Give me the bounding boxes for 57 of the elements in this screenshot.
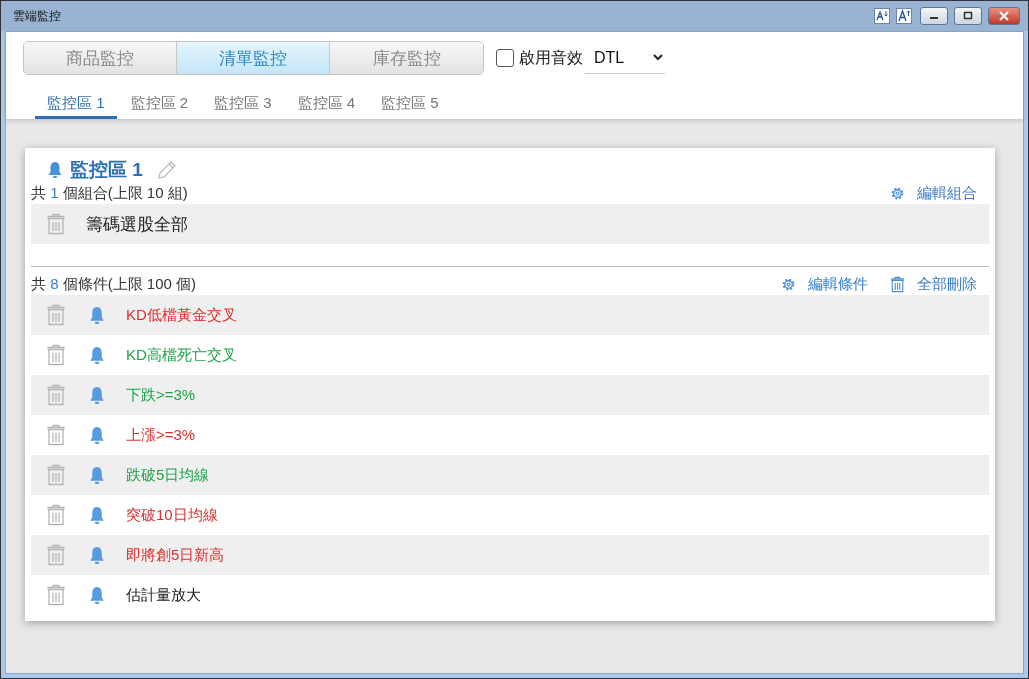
gear-icon — [890, 185, 905, 201]
trash-icon[interactable] — [46, 384, 66, 406]
zone-tab[interactable]: 監控區 4 — [285, 91, 368, 119]
bell-icon — [47, 161, 63, 179]
bell-icon[interactable] — [88, 465, 106, 485]
edit-groups-link[interactable]: 編輯組合 — [890, 183, 977, 203]
bell-icon[interactable] — [88, 545, 106, 565]
zone-tab[interactable]: 監控區 2 — [118, 91, 201, 119]
zone-title: 監控區 1 — [70, 158, 143, 182]
bell-icon[interactable] — [88, 345, 106, 365]
trash-icon — [890, 275, 905, 293]
mode-tab[interactable]: 庫存監控 — [330, 42, 483, 74]
mode-tab[interactable]: 清單監控 — [177, 42, 330, 74]
condition-count: 共 8 個條件(上限 100 個) — [31, 274, 197, 294]
close-button[interactable] — [988, 7, 1020, 25]
trash-icon[interactable] — [46, 464, 66, 486]
font-decrease-icon[interactable] — [874, 8, 890, 24]
trash-icon[interactable] — [46, 213, 66, 235]
zone-tab[interactable]: 監控區 5 — [369, 91, 451, 119]
trash-icon[interactable] — [46, 584, 66, 606]
gear-icon — [781, 276, 796, 292]
bell-icon[interactable] — [88, 305, 106, 325]
trash-icon[interactable] — [46, 424, 66, 446]
close-icon — [999, 11, 1009, 21]
font-increase-icon[interactable] — [896, 8, 912, 24]
group-count: 共 1 個組合(上限 10 組) — [31, 183, 188, 203]
zone-tab[interactable]: 監控區 3 — [202, 91, 284, 119]
zone-tab[interactable]: 監控區 1 — [35, 91, 117, 119]
sound-checkbox[interactable] — [496, 49, 514, 67]
bell-icon[interactable] — [88, 385, 106, 405]
mode-tab[interactable]: 商品監控 — [24, 42, 177, 74]
condition-name: 上漲>=3% — [126, 425, 196, 445]
condition-name: 下跌>=3% — [126, 385, 196, 405]
trash-icon[interactable] — [46, 344, 66, 366]
window-title: 雲端監控 — [13, 7, 62, 25]
sound-label: 啟用音效 — [519, 47, 583, 68]
bell-icon[interactable] — [88, 505, 106, 525]
condition-name: 即將創5日新高 — [126, 545, 225, 565]
bell-icon[interactable] — [88, 425, 106, 445]
maximize-button[interactable] — [954, 7, 982, 25]
minimize-button[interactable] — [920, 7, 948, 25]
edit-conditions-link[interactable]: 編輯條件 — [781, 274, 868, 294]
condition-name: KD低檔黃金交叉 — [126, 305, 237, 325]
condition-name: 跌破5日均線 — [126, 465, 210, 485]
condition-name: 估計量放大 — [126, 585, 201, 605]
delete-all-link[interactable]: 全部刪除 — [890, 274, 977, 294]
source-select[interactable]: DTL — [585, 42, 665, 74]
trash-icon[interactable] — [46, 544, 66, 566]
pencil-icon[interactable] — [155, 159, 178, 181]
condition-name: KD高檔死亡交叉 — [126, 345, 237, 365]
maximize-icon — [963, 11, 973, 21]
condition-name: 突破10日均線 — [126, 505, 218, 525]
group-name: 籌碼選股全部 — [86, 213, 188, 236]
trash-icon[interactable] — [46, 504, 66, 526]
bell-icon[interactable] — [88, 585, 106, 605]
trash-icon[interactable] — [46, 304, 66, 326]
chevron-down-icon — [653, 54, 663, 61]
